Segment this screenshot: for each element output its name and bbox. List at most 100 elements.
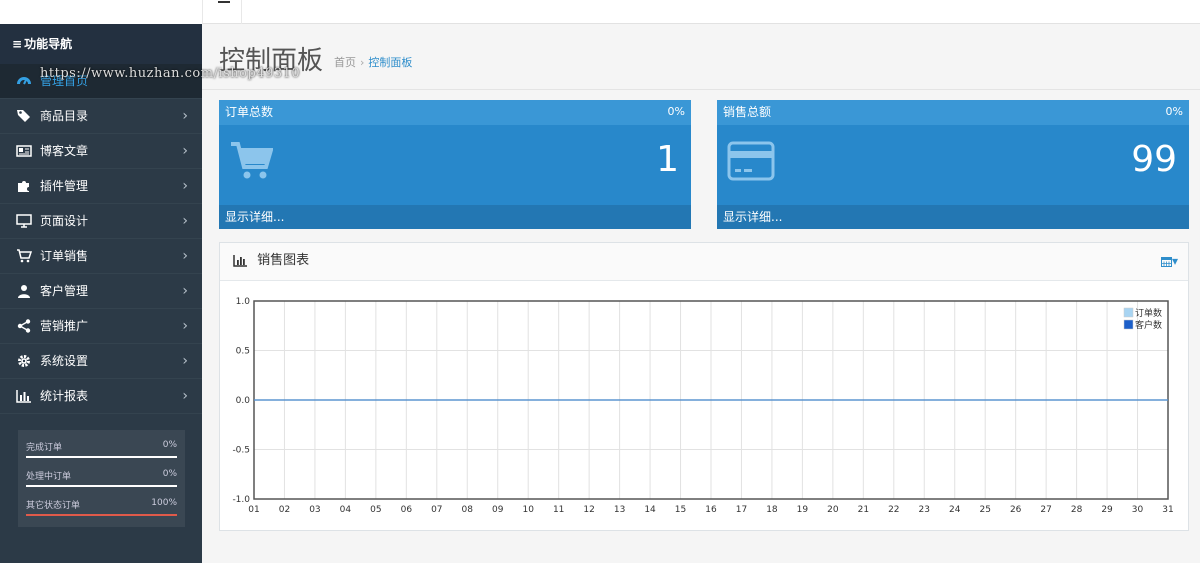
tile-title: 销售总额 [723, 105, 772, 119]
tile-percent: 0% [667, 105, 685, 118]
chevron-right-icon: › [182, 353, 188, 369]
breadcrumb-home[interactable]: 首页 [334, 56, 356, 69]
sidebar-item-label: 营销推广 [40, 319, 89, 333]
x-tick-label: 08 [462, 505, 474, 515]
legend-swatch [1123, 307, 1134, 318]
x-tick-label: 10 [522, 505, 534, 515]
chevron-right-icon: › [182, 108, 188, 124]
y-tick-label: -0.5 [232, 446, 250, 456]
tile-details-link[interactable]: 显示详细... [219, 205, 691, 229]
tile-value: 1 [656, 139, 679, 180]
x-tick-label: 02 [279, 505, 290, 515]
sales-chart-panel: 销售图表 ▾ 1.0 0.5 0.0 -0.5 -1.0 01 02 03 04 05 06 07 08… [219, 242, 1189, 531]
breadcrumb-current[interactable]: 控制面板 [368, 56, 412, 69]
progress-track [26, 456, 177, 458]
sidebar-item-settings[interactable]: 系统设置 › [0, 344, 202, 379]
tile-body: 99 [717, 125, 1189, 205]
sidebar-title-label: 功能导航 [24, 37, 73, 51]
share-icon [17, 319, 31, 333]
newspaper-icon [16, 145, 32, 157]
stat-label: 完成订单 [26, 443, 63, 453]
chevron-right-icon: › [182, 283, 188, 299]
sidebar-item-dashboard[interactable]: 管理首页 [0, 64, 202, 99]
x-tick-label: 09 [492, 505, 504, 515]
x-tick-label: 24 [949, 505, 961, 515]
chevron-right-icon: › [182, 318, 188, 334]
x-tick-label: 16 [705, 505, 717, 515]
date-range-dropdown[interactable]: ▾ [1160, 243, 1178, 279]
progress-fill [26, 514, 177, 516]
x-tick-label: 30 [1132, 505, 1144, 515]
page-header: 控制面板 首页 › 控制面板 [202, 24, 1200, 90]
sales-line-chart: 1.0 0.5 0.0 -0.5 -1.001 02 03 04 05 06 07 08 09 10 11 1… [232, 297, 1173, 515]
x-tick-label: 01 [248, 505, 259, 515]
gear-icon [18, 355, 30, 367]
tile-title: 订单总数 [225, 105, 274, 119]
tile-value: 99 [1131, 139, 1177, 180]
x-tick-label: 21 [858, 505, 869, 515]
credit-card-icon [727, 141, 775, 181]
x-tick-label: 14 [644, 505, 656, 515]
x-tick-label: 04 [340, 505, 352, 515]
tile-details-link[interactable]: 显示详细... [717, 205, 1189, 229]
sidebar-item-label: 订单销售 [40, 249, 89, 263]
sidebar-item-plugins[interactable]: 插件管理 › [0, 169, 202, 204]
sidebar-item-label: 系统设置 [40, 354, 89, 368]
legend-label: 订单数 [1135, 307, 1162, 319]
x-tick-label: 23 [919, 505, 930, 515]
sidebar-item-marketing[interactable]: 营销推广 › [0, 309, 202, 344]
y-tick-label: 0.0 [236, 396, 251, 406]
sidebar-item-label: 客户管理 [40, 284, 89, 298]
chevron-right-icon: › [182, 388, 188, 404]
stat-percent: 100% [151, 498, 177, 508]
progress-track [26, 514, 177, 516]
monitor-icon [16, 214, 32, 228]
x-tick-label: 11 [553, 505, 564, 515]
bar-chart-icon [16, 390, 31, 403]
sidebar-item-label: 统计报表 [40, 389, 89, 403]
x-tick-label: 13 [614, 505, 625, 515]
legend-label: 客户数 [1135, 319, 1162, 331]
sidebar-item-orders[interactable]: 订单销售 › [0, 239, 202, 274]
stat-label: 处理中订单 [26, 472, 72, 482]
tile-total-orders: 订单总数 0% 1 显示详细... [219, 100, 691, 229]
sidebar-item-label: 页面设计 [40, 214, 89, 228]
sidebar-item-label: 插件管理 [40, 179, 89, 193]
page-title: 控制面板 [219, 46, 324, 76]
x-tick-label: 25 [979, 505, 990, 515]
sidebar-item-customers[interactable]: 客户管理 › [0, 274, 202, 309]
chevron-right-icon: › [182, 178, 188, 194]
legend-swatch [1123, 319, 1134, 330]
x-tick-label: 18 [766, 505, 778, 515]
order-status-summary: 完成订单 0% 处理中订单 0% 其它状态订单 100% [18, 430, 185, 527]
cart-icon [231, 142, 273, 179]
sidebar-item-blog[interactable]: 博客文章 › [0, 134, 202, 169]
x-tick-label: 03 [309, 505, 320, 515]
tags-icon [17, 110, 30, 122]
user-icon [18, 285, 30, 298]
sidebar-item-products[interactable]: 商品目录 › [0, 99, 202, 134]
tile-header: 销售总额 0% [717, 100, 1189, 125]
chevron-right-icon: › [182, 143, 188, 159]
x-tick-label: 27 [1040, 505, 1051, 515]
sidebar-item-label: 博客文章 [40, 144, 89, 158]
stat-processing-orders: 处理中订单 0% [26, 463, 177, 492]
x-tick-label: 31 [1162, 505, 1173, 515]
top-header [0, 0, 1200, 24]
stat-percent: 0% [162, 440, 177, 450]
sidebar: ≡ 功能导航 管理首页 商品目录 › 博客文章 › 插件管理 › 页面设计 › 订… [0, 24, 202, 563]
sidebar-toggle-button[interactable] [202, 0, 242, 24]
logo-area [0, 0, 202, 24]
tile-body: 1 [219, 125, 691, 205]
y-tick-label: 0.5 [236, 347, 250, 357]
sidebar-item-page-design[interactable]: 页面设计 › [0, 204, 202, 239]
x-tick-label: 22 [888, 505, 899, 515]
stat-percent: 0% [162, 469, 177, 479]
x-tick-label: 05 [370, 505, 381, 515]
x-tick-label: 07 [431, 505, 442, 515]
sidebar-title: ≡ 功能导航 [0, 24, 202, 64]
sidebar-item-reports[interactable]: 统计报表 › [0, 379, 202, 414]
list-icon: ≡ [12, 37, 23, 51]
bar-chart-icon [233, 254, 247, 267]
panel-title: 销售图表 [257, 253, 310, 268]
